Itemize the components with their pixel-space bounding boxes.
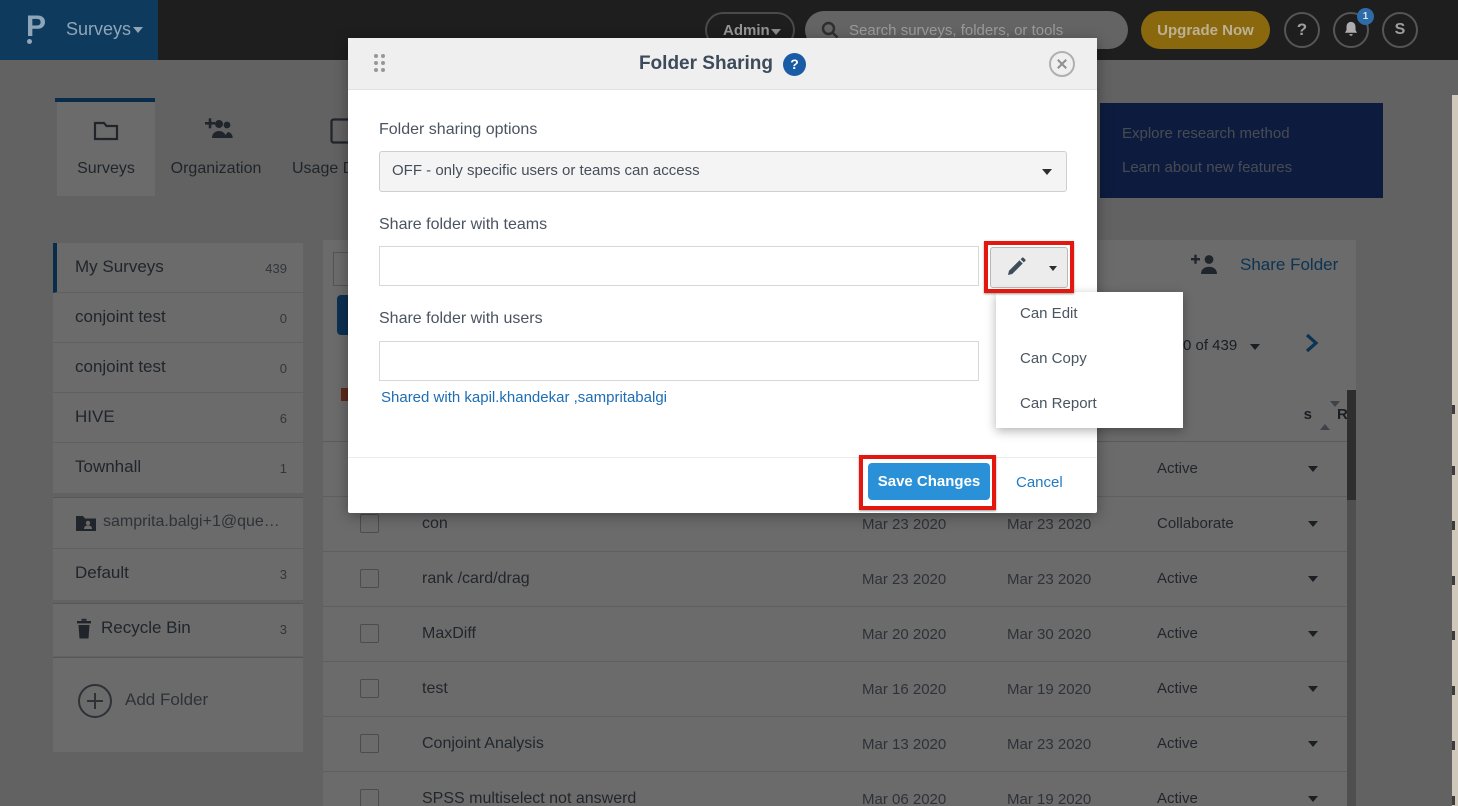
sharing-options-label: Folder sharing options — [379, 121, 537, 139]
shared-with-text: Shared with kapil.khandekar ,sampritabal… — [381, 389, 667, 406]
cancel-button[interactable]: Cancel — [1016, 474, 1063, 491]
product-label[interactable]: Surveys — [66, 19, 131, 40]
search-icon — [820, 20, 840, 40]
selected-option: OFF - only specific users or teams can a… — [392, 162, 700, 179]
menu-item-label: Can Copy — [1020, 350, 1087, 367]
menu-item-label: Can Report — [1020, 395, 1097, 412]
chevron-down-icon — [1042, 169, 1052, 175]
menu-item-can-edit[interactable]: Can Edit — [996, 292, 1183, 337]
help-icon[interactable]: ? — [783, 53, 806, 76]
share-teams-label: Share folder with teams — [379, 216, 547, 234]
chevron-down-icon — [133, 27, 143, 33]
question-mark-icon: ? — [1297, 20, 1307, 39]
share-users-input[interactable] — [379, 341, 979, 381]
close-icon[interactable] — [1049, 51, 1075, 77]
help-button[interactable]: ? — [1284, 12, 1320, 48]
menu-item-label: Can Edit — [1020, 305, 1078, 322]
annotation-box-save — [859, 455, 996, 510]
upgrade-now-button[interactable]: Upgrade Now — [1141, 11, 1270, 49]
product-switcher[interactable]: P Surveys — [0, 0, 158, 60]
admin-label: Admin — [723, 22, 770, 39]
avatar-initial: S — [1395, 21, 1406, 38]
app-screen: P Surveys Admin Upgrade Now ? 1 S Survey… — [0, 0, 1458, 806]
chevron-down-icon — [771, 29, 781, 35]
annotation-box-pencil — [984, 241, 1074, 293]
share-users-label: Share folder with users — [379, 310, 543, 328]
avatar[interactable]: S — [1382, 12, 1418, 48]
permissions-menu: Can Edit Can Copy Can Report — [996, 292, 1183, 428]
menu-item-can-report[interactable]: Can Report — [996, 382, 1183, 427]
modal-header: Folder Sharing ? — [348, 38, 1097, 90]
questionpro-logo-icon[interactable]: P — [26, 10, 52, 50]
share-teams-input[interactable] — [379, 246, 979, 286]
bell-icon — [1342, 20, 1360, 40]
notification-badge: 1 — [1357, 8, 1374, 25]
folder-sharing-options-select[interactable]: OFF - only specific users or teams can a… — [379, 151, 1067, 192]
viewport-edge-scrollbar[interactable] — [1452, 95, 1458, 806]
notifications-button[interactable]: 1 — [1333, 12, 1369, 48]
modal-title: Folder Sharing — [639, 53, 773, 75]
menu-item-can-copy[interactable]: Can Copy — [996, 337, 1183, 382]
